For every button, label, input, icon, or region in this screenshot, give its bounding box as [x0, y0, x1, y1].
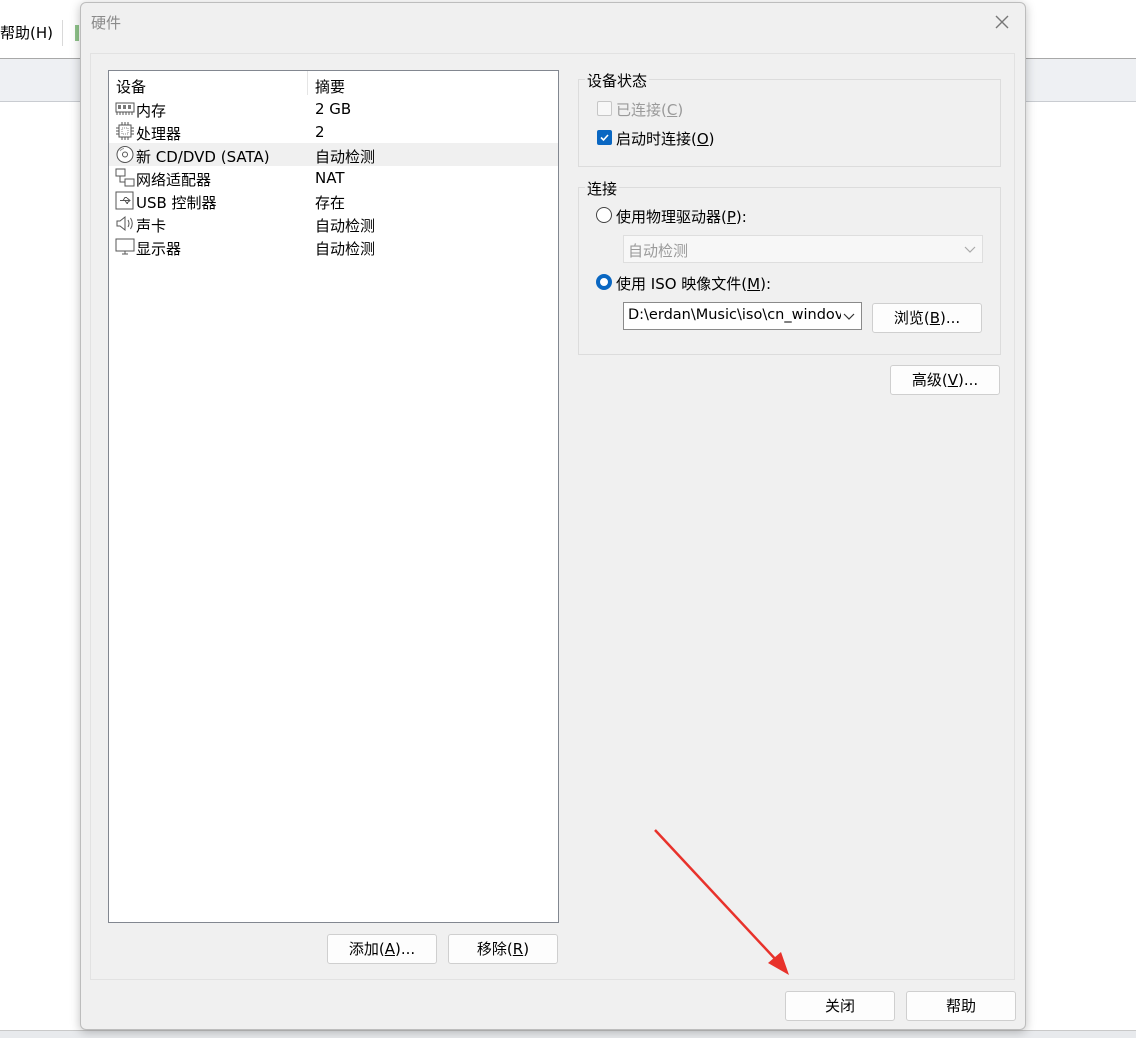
- dialog-content-panel: 设备 摘要 内存 2 GB 处理器 2 新 CD/DVD (SATA) 自动检测…: [90, 53, 1015, 980]
- remove-button-suffix: ): [523, 940, 530, 958]
- device-summary: 2 GB: [315, 100, 352, 118]
- device-row-processor[interactable]: 处理器 2: [109, 120, 558, 143]
- close-button[interactable]: 关闭: [785, 991, 895, 1021]
- chevron-down-icon[interactable]: [841, 309, 857, 323]
- connect-at-power-on-text: 启动时连接(: [616, 130, 697, 148]
- column-divider: [307, 71, 308, 95]
- connected-checkbox[interactable]: [597, 101, 612, 116]
- device-name: 声卡: [136, 217, 167, 235]
- iso-path-combobox[interactable]: D:\erdan\Music\iso\cn_windov: [623, 302, 862, 330]
- column-header-summary[interactable]: 摘要: [315, 76, 345, 97]
- physical-drive-suffix: ):: [735, 208, 747, 226]
- device-summary: 自动检测: [315, 217, 376, 235]
- iso-file-suffix: ):: [760, 275, 772, 293]
- remove-button-label: 移除(: [476, 940, 513, 958]
- processor-icon: [115, 122, 135, 141]
- physical-drive-text: 使用物理驱动器(: [616, 208, 727, 226]
- toolbar-icon[interactable]: [75, 25, 79, 41]
- physical-drive-select-value: 自动检测: [628, 242, 689, 260]
- advanced-button-accesskey: V: [947, 371, 958, 389]
- connected-label-suffix: ): [677, 101, 684, 119]
- device-name: 显示器: [136, 240, 182, 258]
- device-row-display[interactable]: 显示器 自动检测: [109, 235, 558, 258]
- device-status-group: [578, 79, 1001, 167]
- device-list[interactable]: 设备 摘要 内存 2 GB 处理器 2 新 CD/DVD (SATA) 自动检测…: [108, 70, 559, 923]
- physical-drive-accesskey: P: [726, 208, 736, 226]
- device-row-network-adapter[interactable]: 网络适配器 NAT: [109, 166, 558, 189]
- connected-label: 已连接(C): [616, 99, 683, 120]
- toolbar-separator: [62, 20, 63, 46]
- device-row-cd-dvd[interactable]: 新 CD/DVD (SATA) 自动检测: [109, 143, 558, 166]
- connected-accesskey: C: [666, 101, 678, 119]
- help-menu[interactable]: 帮助(H): [0, 22, 53, 43]
- iso-file-accesskey: M: [747, 275, 761, 293]
- usb-controller-icon: [115, 191, 135, 210]
- iso-file-label: 使用 ISO 映像文件(M):: [616, 273, 771, 294]
- connected-label-text: 已连接(: [616, 101, 667, 119]
- device-status-title: 设备状态: [585, 70, 650, 91]
- column-header-device[interactable]: 设备: [116, 76, 146, 97]
- iso-path-value: D:\erdan\Music\iso\cn_windov: [628, 307, 844, 323]
- device-summary: NAT: [315, 169, 345, 187]
- cd-dvd-icon: [115, 145, 135, 164]
- physical-drive-radio[interactable]: [596, 207, 612, 223]
- device-row-usb-controller[interactable]: USB 控制器 存在: [109, 189, 558, 212]
- connect-at-power-on-accesskey: O: [696, 130, 709, 148]
- device-name: 新 CD/DVD (SATA): [136, 148, 270, 166]
- close-icon[interactable]: [991, 11, 1013, 33]
- device-summary: 存在: [315, 194, 346, 212]
- close-button-label: 关闭: [824, 997, 855, 1015]
- advanced-button-suffix: )...: [957, 371, 979, 389]
- chevron-down-icon: [962, 242, 978, 256]
- iso-file-text: 使用 ISO 映像文件(: [616, 275, 748, 293]
- device-list-header: 设备 摘要: [109, 71, 558, 97]
- device-name: 网络适配器: [136, 171, 212, 189]
- add-button-accesskey: A: [384, 940, 395, 958]
- physical-drive-select[interactable]: 自动检测: [623, 235, 983, 263]
- help-menu-label: 帮助(H): [0, 24, 53, 42]
- help-button-label: 帮助: [945, 997, 976, 1015]
- device-row-sound-card[interactable]: 声卡 自动检测: [109, 212, 558, 235]
- help-button[interactable]: 帮助: [906, 991, 1016, 1021]
- iso-file-radio[interactable]: [596, 274, 612, 290]
- add-button-suffix: )...: [394, 940, 416, 958]
- add-button-label: 添加(: [348, 940, 385, 958]
- device-name: USB 控制器: [136, 194, 217, 212]
- memory-icon: [115, 99, 135, 118]
- add-button[interactable]: 添加(A)...: [327, 934, 437, 964]
- network-adapter-icon: [115, 168, 135, 187]
- device-summary: 自动检测: [315, 148, 376, 166]
- browse-button-label: 浏览(: [893, 309, 930, 327]
- connection-title: 连接: [585, 178, 620, 199]
- browse-button-accesskey: B: [929, 309, 940, 327]
- display-icon: [115, 237, 135, 256]
- advanced-button[interactable]: 高级(V)...: [890, 365, 1000, 395]
- browse-button-suffix: )...: [940, 309, 961, 327]
- connect-at-power-on-suffix: ): [708, 130, 715, 148]
- remove-button[interactable]: 移除(R): [448, 934, 558, 964]
- device-name: 内存: [136, 102, 167, 120]
- hardware-dialog: 硬件 设备 摘要 内存 2 GB 处理器 2 新 CD/DVD (SATA) 自…: [80, 2, 1026, 1030]
- physical-drive-label: 使用物理驱动器(P):: [616, 206, 747, 227]
- device-summary: 2: [315, 123, 325, 141]
- device-row-memory[interactable]: 内存 2 GB: [109, 97, 558, 120]
- sound-card-icon: [115, 214, 135, 233]
- connect-at-power-on-checkbox[interactable]: [597, 130, 612, 145]
- connect-at-power-on-label: 启动时连接(O): [616, 128, 715, 149]
- device-summary: 自动检测: [315, 240, 376, 258]
- dialog-title: 硬件: [91, 14, 122, 32]
- device-name: 处理器: [136, 125, 182, 143]
- browse-button[interactable]: 浏览(B)...: [872, 303, 982, 333]
- advanced-button-label: 高级(: [911, 371, 948, 389]
- remove-button-accesskey: R: [512, 940, 524, 958]
